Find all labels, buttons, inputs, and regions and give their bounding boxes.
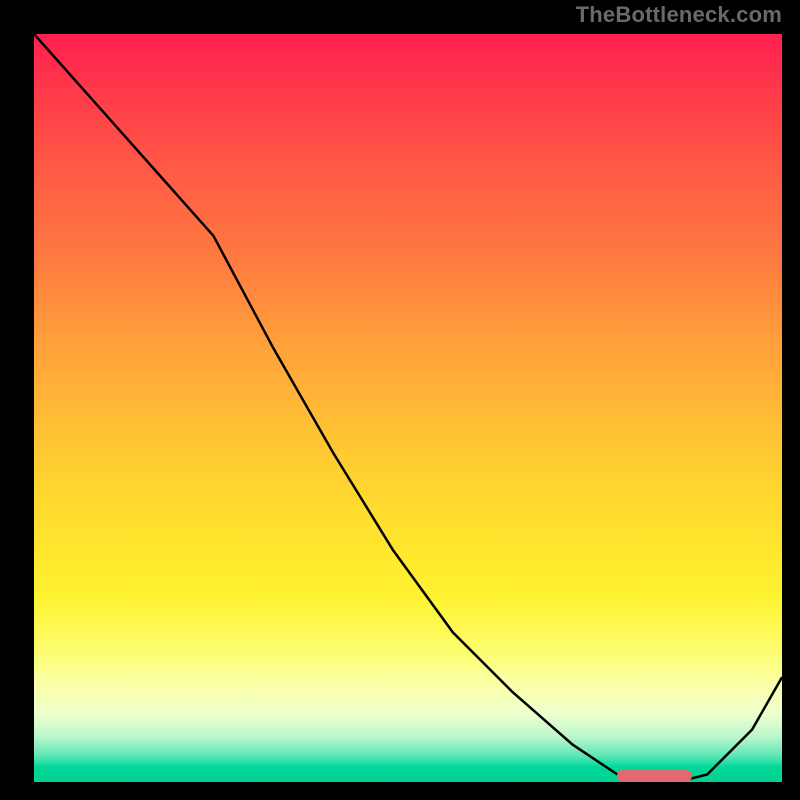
plot-area bbox=[34, 34, 782, 782]
curve-path bbox=[34, 34, 782, 782]
optimal-range-marker bbox=[617, 770, 692, 782]
bottleneck-curve bbox=[34, 34, 782, 782]
attribution-text: TheBottleneck.com bbox=[576, 2, 782, 28]
chart-frame: TheBottleneck.com bbox=[0, 0, 800, 800]
